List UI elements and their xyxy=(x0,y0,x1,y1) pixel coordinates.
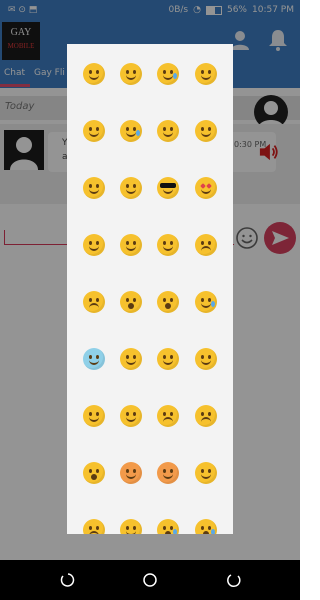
emoji-relieved[interactable] xyxy=(157,348,179,370)
emoji-kissing[interactable] xyxy=(195,462,217,484)
emoji-sleepy[interactable] xyxy=(195,291,217,313)
emoji-grinning[interactable] xyxy=(83,63,105,85)
emoji-sobbing[interactable] xyxy=(195,519,217,534)
emoji-kissing-heart[interactable] xyxy=(83,234,105,256)
emoji-tongue-out[interactable] xyxy=(195,348,217,370)
emoji-worried[interactable] xyxy=(83,519,105,534)
emoji-beaming[interactable] xyxy=(120,63,142,85)
emoji-surprised[interactable] xyxy=(157,291,179,313)
emoji-confounded[interactable] xyxy=(195,234,217,256)
emoji-no-mouth[interactable] xyxy=(157,234,179,256)
back-icon[interactable] xyxy=(226,572,242,588)
emoji-sunglasses[interactable] xyxy=(157,177,179,199)
emoji-smiling[interactable] xyxy=(83,177,105,199)
emoji-sweat-smile[interactable] xyxy=(120,120,142,142)
recent-apps-icon[interactable] xyxy=(60,572,76,588)
emoji-sleeping[interactable] xyxy=(120,348,142,370)
emoji-crying[interactable] xyxy=(157,519,179,534)
emoji-expressionless[interactable] xyxy=(120,234,142,256)
emoji-tears-of-joy[interactable] xyxy=(157,63,179,85)
emoji-astonished[interactable] xyxy=(83,462,105,484)
emoji-pouting[interactable] xyxy=(157,462,179,484)
system-nav-bar xyxy=(0,560,300,600)
home-icon[interactable] xyxy=(142,572,158,588)
emoji-squinting-tongue[interactable] xyxy=(120,405,142,427)
emoji-confused[interactable] xyxy=(195,405,217,427)
emoji-winking-tongue[interactable] xyxy=(83,405,105,427)
emoji-winking[interactable] xyxy=(195,120,217,142)
emoji-triumph[interactable] xyxy=(120,519,142,534)
emoji-disappointed-relieved[interactable] xyxy=(83,291,105,313)
emoji-grinning-squint[interactable] xyxy=(83,120,105,142)
emoji-yum[interactable] xyxy=(120,177,142,199)
emoji-heart-eyes[interactable] xyxy=(195,177,217,199)
emoji-grinning-big-eyes[interactable] xyxy=(195,63,217,85)
emoji-picker xyxy=(67,44,233,534)
emoji-unamused[interactable] xyxy=(157,405,179,427)
emoji-angry[interactable] xyxy=(120,462,142,484)
emoji-hushed[interactable] xyxy=(120,291,142,313)
emoji-laughing[interactable] xyxy=(157,120,179,142)
emoji-fearful[interactable] xyxy=(83,348,105,370)
